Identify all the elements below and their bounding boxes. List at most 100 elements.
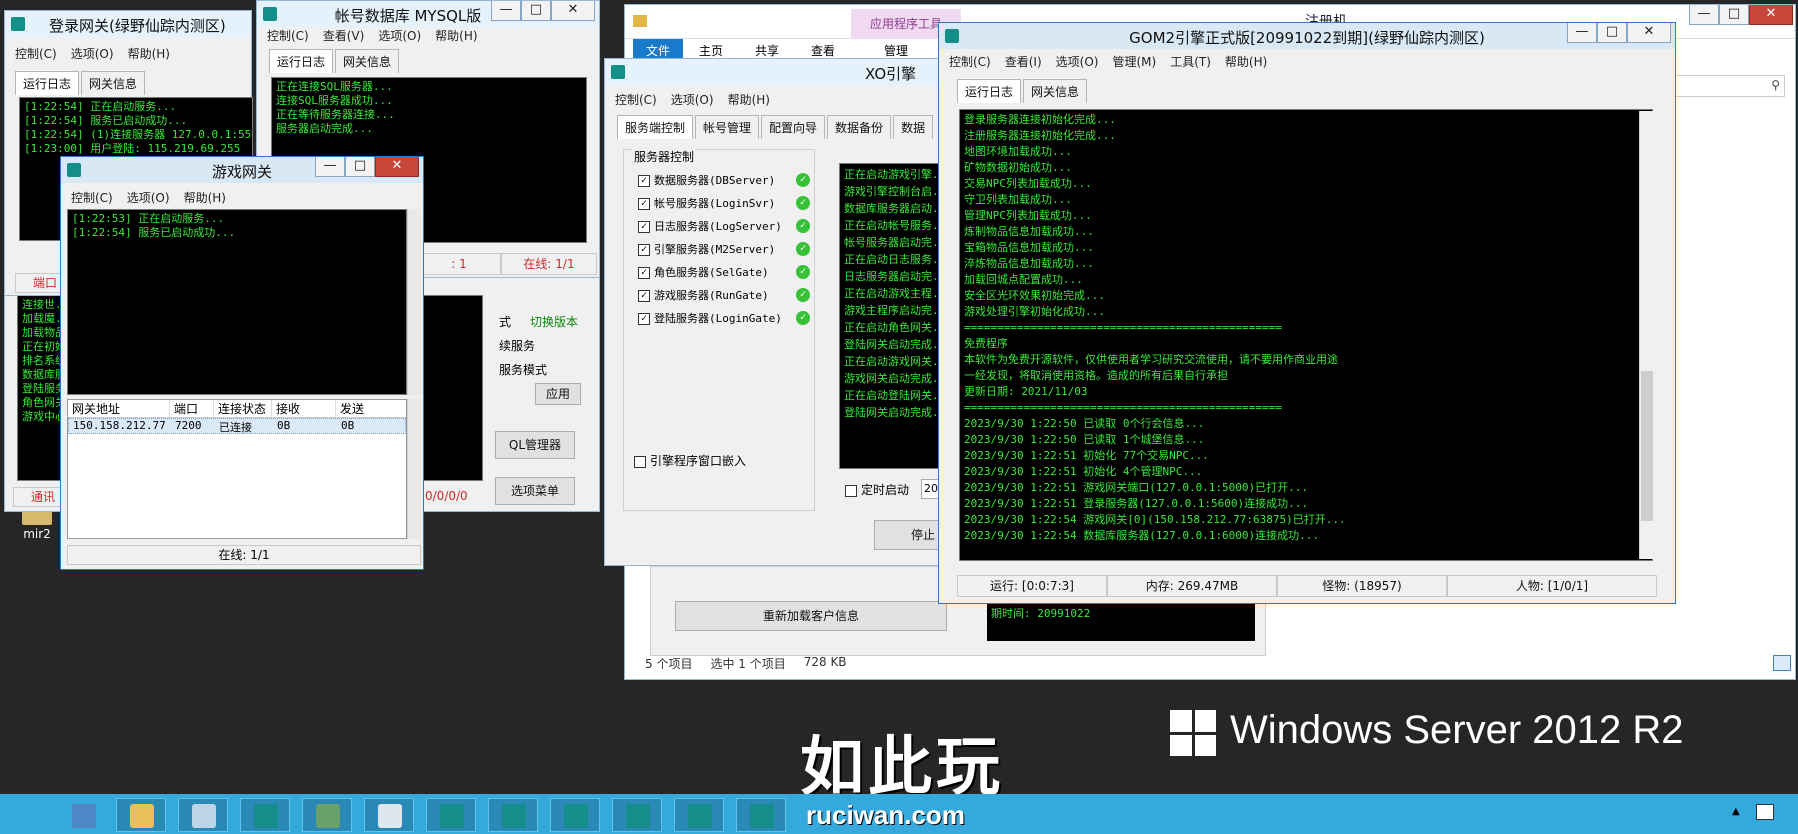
menu-manage[interactable]: 管理(M) — [1112, 53, 1156, 70]
switch-version-link[interactable]: 切换版本 — [530, 313, 578, 330]
menu-options[interactable]: 选项(O) — [1056, 53, 1099, 70]
dragon-app-icon — [611, 65, 625, 79]
menu-view[interactable]: 查看(V) — [323, 27, 365, 44]
tab-account-manage[interactable]: 帐号管理 — [695, 115, 760, 139]
taskbar-item-app-6[interactable] — [674, 798, 724, 832]
taskbar-item-app-7[interactable] — [736, 798, 786, 832]
details-view-icon[interactable] — [1773, 655, 1791, 671]
server-row[interactable]: ✓ 帐号服务器(LoginSvr) ✓ — [638, 191, 810, 214]
table-scrollbar[interactable] — [407, 399, 421, 539]
menu-options[interactable]: 选项(O) — [671, 91, 714, 108]
stop-button[interactable]: 停止 — [874, 520, 944, 550]
search-box[interactable]: ⚲ — [1675, 75, 1785, 97]
maximize-button[interactable]: □ — [1597, 23, 1627, 43]
gom2-log-console: 登录服务器连接初始化完成... 注册服务器连接初始化完成... 地图环境加载成功..… — [959, 109, 1653, 561]
server-row[interactable]: ✓ 登陆服务器(LoginGate) ✓ — [638, 306, 810, 329]
taskbar-item-app-4[interactable] — [550, 798, 600, 832]
dragon-app-icon — [626, 804, 650, 828]
tab-gate-info[interactable]: 网关信息 — [1023, 79, 1088, 103]
taskbar-item-explorer[interactable] — [116, 798, 166, 832]
checkbox-checked[interactable]: ✓ — [638, 266, 650, 279]
apply-button[interactable]: 应用 — [535, 383, 581, 405]
checkbox-checked[interactable]: ✓ — [638, 312, 650, 325]
taskbar-item-app-2[interactable] — [426, 798, 476, 832]
maximize-button[interactable]: □ — [521, 1, 551, 21]
minimize-button[interactable]: — — [491, 1, 521, 21]
taskbar-item-control-panel[interactable] — [178, 798, 228, 832]
server-row[interactable]: ✓ 日志服务器(LogServer) ✓ — [638, 214, 810, 237]
timer-option[interactable]: 定时启动 — [845, 481, 909, 498]
taskbar-item-remote[interactable] — [302, 798, 352, 832]
tab-config-wizard[interactable]: 配置向导 — [761, 115, 826, 139]
dragon-app-icon — [750, 804, 774, 828]
checkbox-checked[interactable]: ✓ — [638, 174, 650, 187]
checkbox-checked[interactable]: ✓ — [638, 197, 650, 210]
menu-options[interactable]: 选项(O) — [71, 45, 114, 62]
scroll-thumb[interactable] — [1641, 371, 1653, 521]
menu-help[interactable]: 帮助(H) — [128, 45, 170, 62]
gom2-engine-window[interactable]: GOM2引擎正式版[20991022到期](绿野仙踪内测区) — □ ✕ 控制(… — [938, 22, 1676, 604]
server-row[interactable]: ✓ 数据服务器(DBServer) ✓ — [638, 168, 810, 191]
menu-options[interactable]: 选项(O) — [127, 189, 170, 206]
menu-help[interactable]: 帮助(H) — [184, 189, 226, 206]
tab-run-log[interactable]: 运行日志 — [957, 79, 1022, 103]
minimize-button[interactable]: — — [1689, 5, 1719, 25]
server-row[interactable]: ✓ 游戏服务器(RunGate) ✓ — [638, 283, 810, 306]
menu-control[interactable]: 控制(C) — [949, 53, 991, 70]
status-ok-icon: ✓ — [796, 241, 810, 256]
xo-engine-window[interactable]: XO引擎 控制(C) 选项(O) 帮助(H) 服务端控制 帐号管理 配置向导 数… — [604, 58, 945, 566]
tab-run-log[interactable]: 运行日志 — [269, 49, 334, 73]
tab-run-log[interactable]: 运行日志 — [15, 71, 80, 95]
server-row[interactable]: ✓ 角色服务器(SelGate) ✓ — [638, 260, 810, 283]
options-menu-button[interactable]: 选项菜单 — [495, 477, 575, 505]
checkbox-checked[interactable]: ✓ — [638, 243, 650, 256]
checkbox-checked[interactable]: ✓ — [638, 220, 650, 233]
log-scrollbar[interactable] — [1639, 111, 1653, 559]
embed-option[interactable]: 引擎程序窗口嵌入 — [634, 452, 746, 469]
log-scrollbar[interactable] — [407, 209, 421, 395]
tray-chevron-icon[interactable]: ▲ — [1732, 806, 1740, 817]
tab-gate-info[interactable]: 网关信息 — [335, 49, 400, 73]
taskbar-item-app-3[interactable] — [488, 798, 538, 832]
close-button[interactable]: ✕ — [1749, 5, 1793, 25]
tab-gate-info[interactable]: 网关信息 — [81, 71, 146, 95]
checkbox-unchecked[interactable] — [845, 484, 857, 497]
menu-control[interactable]: 控制(C) — [15, 45, 57, 62]
maximize-button[interactable]: □ — [345, 157, 375, 177]
tray-network-icon[interactable] — [1756, 804, 1774, 820]
table-row[interactable]: 150.158.212.77 7200 已连接 0B 0B — [68, 418, 406, 434]
menu-control[interactable]: 控制(C) — [71, 189, 113, 206]
maximize-button[interactable]: □ — [1719, 5, 1749, 25]
menu-help[interactable]: 帮助(H) — [435, 27, 477, 44]
taskbar-item-app-5[interactable] — [612, 798, 662, 832]
game-gate-window[interactable]: 游戏网关 — □ ✕ 控制(C) 选项(O) 帮助(H) [1:22:53] 正… — [60, 156, 424, 570]
menu-options[interactable]: 选项(O) — [378, 27, 421, 44]
checkbox-checked[interactable]: ✓ — [638, 289, 650, 302]
taskbar-item-app-1[interactable] — [240, 798, 290, 832]
tab-server-control[interactable]: 服务端控制 — [617, 115, 694, 139]
menu-view[interactable]: 查看(I) — [1005, 53, 1042, 70]
minimize-button[interactable]: — — [1567, 23, 1597, 43]
menu-help[interactable]: 帮助(H) — [728, 91, 770, 108]
close-button[interactable]: ✕ — [375, 157, 419, 177]
minimize-button[interactable]: — — [315, 157, 345, 177]
taskbar-item-server-manager[interactable] — [58, 798, 108, 832]
tab-data-backup[interactable]: 数据备份 — [827, 115, 892, 139]
taskbar-item-notepad[interactable] — [364, 798, 414, 832]
game-gate-log: [1:22:53] 正在启动服务... [1:22:54] 服务已启动成功... — [67, 209, 407, 395]
menu-help[interactable]: 帮助(H) — [1225, 53, 1267, 70]
close-button[interactable]: ✕ — [551, 1, 595, 21]
reload-client-button[interactable]: 重新加载客户信息 — [675, 601, 947, 631]
menu-control[interactable]: 控制(C) — [267, 27, 309, 44]
service-label: 续服务 — [499, 339, 536, 353]
tab-data-more[interactable]: 数据 — [893, 115, 934, 139]
status-ok-icon: ✓ — [796, 172, 810, 187]
menu-tools[interactable]: 工具(T) — [1170, 53, 1211, 70]
menu-control[interactable]: 控制(C) — [615, 91, 657, 108]
remote-icon — [316, 804, 340, 828]
close-button[interactable]: ✕ — [1627, 23, 1671, 43]
os-brand: Windows Server 2012 R2 — [1230, 708, 1684, 752]
checkbox-unchecked[interactable] — [634, 455, 646, 468]
sql-manager-button[interactable]: QL管理器 — [495, 431, 575, 459]
server-row[interactable]: ✓ 引擎服务器(M2Server) ✓ — [638, 237, 810, 260]
